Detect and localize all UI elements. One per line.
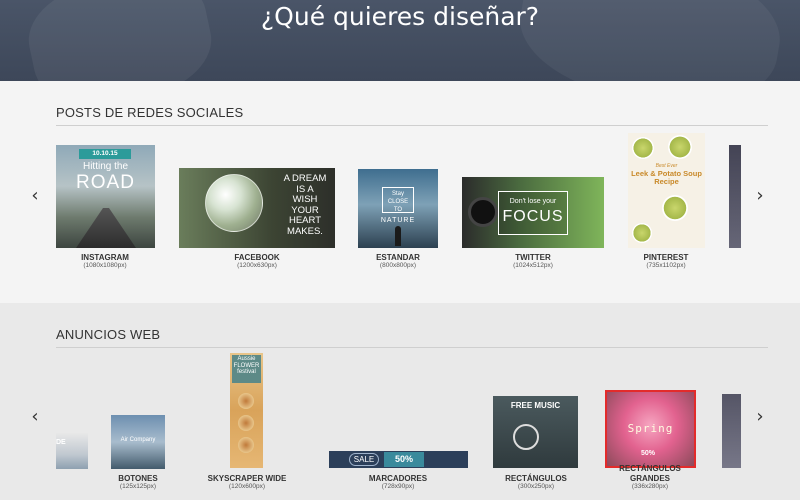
- template-dims-rectangulos-grandes: (336x280px): [631, 483, 669, 490]
- hero-banner: ¿Qué quieres diseñar?: [0, 0, 800, 81]
- thumb-line2: ROAD: [76, 172, 135, 193]
- template-label-rectangulos-grandes[interactable]: RECTÁNGULOS GRANDES: [618, 464, 682, 484]
- social-posts-section: POSTS DE REDES SOCIALES ‹ › 10.10.15 Hit…: [0, 81, 800, 303]
- thumb-sale: SALE: [349, 453, 379, 466]
- thumb-text: A DREAM IS A WISH YOUR HEART MAKES.: [283, 173, 327, 237]
- section-heading-ads: ANUNCIOS WEB: [56, 327, 161, 342]
- template-label-marcadores[interactable]: MARCADORES: [369, 474, 427, 483]
- next-arrow-icon[interactable]: ›: [751, 405, 769, 429]
- template-dims-estandar: (800x800px): [379, 262, 417, 269]
- flower-graphic: [238, 437, 254, 453]
- template-label-botones[interactable]: BOTONES: [118, 474, 157, 483]
- template-dims-rectangulos: (300x250px): [517, 483, 555, 490]
- bubble-graphic: [205, 174, 263, 232]
- bowl-graphic: [632, 137, 654, 159]
- template-thumb-estandar[interactable]: Stay CLOSE TO NATURE: [358, 169, 438, 248]
- flower-graphic: [238, 393, 254, 409]
- template-thumb-skyscraper[interactable]: Aussie FLOWER festival: [230, 353, 263, 468]
- template-thumb-marcadores[interactable]: SALE 50%: [329, 451, 468, 468]
- thumb-box: Don't lose your FOCUS: [498, 191, 568, 235]
- thumb-text: NATURE: [380, 217, 416, 224]
- thumb-text: Air Company: [120, 437, 156, 443]
- template-dims-facebook: (1200x630px): [237, 262, 277, 269]
- template-thumb-rectangulos[interactable]: FREE MUSIC: [493, 396, 578, 468]
- template-label-twitter[interactable]: TWITTER: [515, 253, 551, 262]
- template-thumb-partial[interactable]: [722, 394, 741, 468]
- thumb-small-text: Don't lose your: [509, 198, 557, 205]
- flower-graphic: [238, 415, 254, 431]
- next-arrow-icon[interactable]: ›: [751, 184, 769, 208]
- thumb-box: Stay CLOSE TO: [382, 187, 414, 213]
- template-label-estandar[interactable]: ESTANDAR: [376, 253, 420, 262]
- template-thumb-pinterest[interactable]: Best Ever Leek & Potato Soup Recipe: [628, 133, 705, 248]
- template-dims-marcadores: (728x90px): [381, 483, 415, 490]
- thumb-date: 10.10.15: [79, 149, 131, 159]
- thumb-line1: Hitting the: [82, 161, 129, 172]
- bowl-graphic: [662, 195, 688, 221]
- page-title: ¿Qué quieres diseñar?: [260, 2, 540, 31]
- template-thumb-facebook[interactable]: A DREAM IS A WISH YOUR HEART MAKES.: [179, 168, 335, 248]
- bowl-graphic: [632, 223, 652, 243]
- divider: [56, 125, 768, 126]
- thumb-big-text: Leek & Potato Soup Recipe: [631, 169, 702, 186]
- thumb-text: Spring: [627, 422, 674, 435]
- template-dims-pinterest: (735x1102px): [646, 262, 686, 269]
- person-silhouette: [395, 226, 401, 246]
- divider: [56, 347, 768, 348]
- thumb-percent: 50%: [384, 452, 424, 467]
- web-ads-section: ANUNCIOS WEB ‹ › DE Air Company BOTONES …: [0, 303, 800, 500]
- road-graphic: [76, 208, 136, 248]
- thumb-text: DE: [56, 439, 66, 446]
- section-heading-social: POSTS DE REDES SOCIALES: [56, 105, 244, 120]
- thumb-big-text: FOCUS: [502, 208, 564, 225]
- template-thumb-rectangulos-grandes[interactable]: Spring 50%: [605, 390, 696, 468]
- thumb-text: Aussie FLOWER festival: [232, 355, 261, 383]
- template-label-instagram[interactable]: INSTAGRAM: [81, 253, 129, 262]
- template-dims-botones: (125x125px): [119, 483, 157, 490]
- thumb-text: FREE MUSIC: [510, 401, 561, 410]
- template-thumb-button-partial[interactable]: DE: [56, 433, 88, 469]
- template-thumb-botones[interactable]: Air Company: [111, 415, 165, 469]
- template-label-pinterest[interactable]: PINTEREST: [644, 253, 689, 262]
- template-dims-skyscraper: (120x600px): [228, 483, 266, 490]
- vinyl-disc-graphic: [513, 424, 539, 450]
- template-thumb-twitter[interactable]: Don't lose your FOCUS: [462, 177, 604, 248]
- template-dims-twitter: (1024x512px): [513, 262, 553, 269]
- template-thumb-instagram[interactable]: 10.10.15 Hitting the ROAD: [56, 145, 155, 248]
- prev-arrow-icon[interactable]: ‹: [26, 184, 44, 208]
- prev-arrow-icon[interactable]: ‹: [26, 405, 44, 429]
- template-label-rectangulos[interactable]: RECTÁNGULOS: [505, 474, 567, 483]
- template-label-facebook[interactable]: FACEBOOK: [234, 253, 279, 262]
- template-label-skyscraper[interactable]: SKYSCRAPER WIDE: [208, 474, 287, 483]
- thumb-percent: 50%: [641, 450, 656, 457]
- template-thumb-partial[interactable]: [729, 145, 741, 248]
- bowl-graphic: [668, 135, 692, 159]
- camera-lens-graphic: [468, 197, 498, 227]
- template-dims-instagram: (1080x1080px): [83, 262, 127, 269]
